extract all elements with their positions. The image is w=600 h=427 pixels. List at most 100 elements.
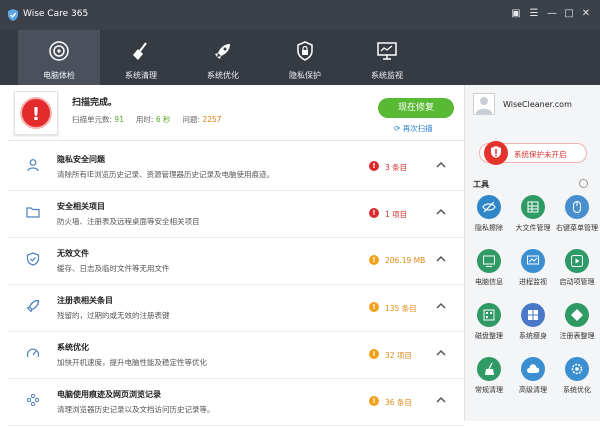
chart-monitor-icon [521,249,545,273]
issue-title: 注册表相关条目 [57,296,113,305]
maximize-icon[interactable]: □ [563,8,575,20]
nav-label: 系统优化 [207,71,239,80]
eye-off-icon [477,195,501,219]
issue-row[interactable]: 无效文件 缓存、日志及临时文件等无用文件 ! 206.19 MB [8,238,464,285]
computer-icon [477,249,501,273]
tool-registry-defrag[interactable]: 注册表整理 [555,303,599,355]
nav-label: 隐私保护 [289,71,321,80]
grid-file-icon [521,195,545,219]
mouse-icon [565,195,589,219]
tool-context-menu[interactable]: 右键菜单管理 [555,195,599,247]
issue-title: 安全相关项目 [57,202,105,211]
user-icon [27,159,39,172]
nav-item-optimize[interactable]: 系统优化 [182,30,264,85]
issue-row[interactable]: 系统优化 加快开机速度，提升电脑性能及稳定性等优化 ! 32 项目 [8,332,464,379]
fix-now-button[interactable]: 现在修复 [378,98,454,118]
issue-title: 电脑使用痕迹及网页浏览记录 [57,390,161,399]
window-title: Wise Care 365 [23,9,89,19]
scan-stats: 扫描单元数: 91 用时: 6 秒 问题: 2257 [72,115,222,124]
folder-icon [26,207,40,218]
tool-process-monitor[interactable]: 进程监视 [511,249,555,301]
menu-icon[interactable]: ☰ [528,8,540,20]
issue-desc: 缓存、日志及临时文件等无用文件 [57,264,170,273]
issue-list: 隐私安全问题 清除所有IE浏览历史记录、资源管理器历史记录及电脑使用痕迹。 ! … [8,144,464,426]
user-avatar-icon [476,97,492,114]
warning-icon: ! [369,396,379,406]
issue-desc: 清理浏览器历史记录以及文档访问历史记录等。 [57,405,215,414]
username[interactable]: WiseCleaner.com [503,100,572,109]
tool-large-file[interactable]: 大文件管理 [511,195,555,247]
rocket-icon [215,44,230,59]
tool-disk-defrag[interactable]: 磁盘整理 [467,303,511,355]
issue-count: 135 条目 [385,304,417,313]
scatter-icon [26,393,40,407]
warning-icon: ! [369,161,379,171]
issue-title: 隐私安全问题 [57,155,105,164]
main-nav: 电脑体检 系统清理 系统优化 隐私保护 系统监视 [0,30,600,85]
tool-pc-info[interactable]: 电脑信息 [467,249,511,301]
shield-check-icon [26,252,40,266]
tool-system-optimize[interactable]: 系统优化 [555,357,599,409]
nav-item-clean[interactable]: 系统清理 [100,30,182,85]
nav-item-monitor[interactable]: 系统监视 [346,30,428,85]
app-logo-icon [8,9,18,21]
tool-privacy-eraser[interactable]: 隐私擦除 [467,195,511,247]
chevron-up-icon[interactable] [436,395,446,405]
issues-value: 2257 [202,115,222,124]
disk-icon [477,303,501,327]
time-value: 6 秒 [155,115,171,124]
chevron-up-icon[interactable] [436,348,446,358]
protection-text: 系统保护未开启 [514,150,567,159]
minimize-icon[interactable]: — [546,8,558,20]
chevron-up-icon[interactable] [436,254,446,264]
protection-status[interactable]: 系统保护未开启 [479,141,587,165]
avatar[interactable] [473,93,495,115]
warning-icon: ! [369,302,379,312]
issue-count: 36 条目 [385,398,412,407]
broom-icon [133,42,147,60]
issue-desc: 清除所有IE浏览历史记录、资源管理器历史记录及电脑使用痕迹。 [57,170,274,179]
chevron-up-icon[interactable] [436,160,446,170]
issue-count: 3 条目 [385,163,408,172]
issue-desc: 防火墙、注册表及远程桌面等安全相关项目 [57,217,200,226]
issue-desc: 加快开机速度，提升电脑性能及稳定性等优化 [57,358,207,367]
tool-common-clean[interactable]: 常规清理 [467,357,511,409]
title-bar: Wise Care 365 ▣ ☰ — □ ✕ [0,0,600,30]
issue-desc: 残留的，过期的或无效的注册表键 [57,311,170,320]
issue-title: 系统优化 [57,343,89,352]
refresh-icon: ⟳ [394,124,401,133]
nav-item-checkup[interactable]: 电脑体检 [18,30,100,85]
rescan-link[interactable]: ⟳ 再次扫描 [394,123,433,134]
chevron-up-icon[interactable] [436,301,446,311]
shield-alert-icon [484,141,508,165]
scan-title: 扫描完成。 [72,98,118,108]
gauge-icon [26,348,40,358]
settings-icon [565,357,589,381]
registry-icon [565,303,589,327]
side-panel: WiseCleaner.com 系统保护未开启 工具 隐私擦除 大文件管理 右键… [464,85,600,421]
issue-row[interactable]: 安全相关项目 防火墙、注册表及远程桌面等安全相关项目 ! 1 项目 [8,191,464,238]
nav-label: 电脑体检 [43,71,75,80]
tool-system-slimming[interactable]: 系统瘦身 [511,303,555,355]
alert-box: ! [14,91,58,135]
issue-row[interactable]: 电脑使用痕迹及网页浏览记录 清理浏览器历史记录以及文档访问历史记录等。 ! 36… [8,379,464,426]
tool-advanced-clean[interactable]: 高级清理 [511,357,555,409]
scan-summary: ! 扫描完成。 扫描单元数: 91 用时: 6 秒 问题: 2257 现在修复 … [8,85,464,141]
rocket-small-icon [26,299,40,313]
warning-icon: ! [369,349,379,359]
issue-title: 无效文件 [57,249,89,258]
tools-title: 工具 [473,180,489,189]
units-value: 91 [114,115,124,124]
tools-settings-icon[interactable] [579,179,588,188]
nav-item-privacy[interactable]: 隐私保护 [264,30,346,85]
close-icon[interactable]: ✕ [580,8,592,20]
nav-label: 系统监视 [371,71,403,80]
chevron-up-icon[interactable] [436,207,446,217]
issue-row[interactable]: 注册表相关条目 残留的，过期的或无效的注册表键 ! 135 条目 [8,285,464,332]
issue-count: 1 项目 [385,210,408,219]
skin-icon[interactable]: ▣ [510,8,522,20]
tool-startup-manager[interactable]: 启动项管理 [555,249,599,301]
cloud-icon [521,357,545,381]
play-icon [565,249,589,273]
issue-row[interactable]: 隐私安全问题 清除所有IE浏览历史记录、资源管理器历史记录及电脑使用痕迹。 ! … [8,144,464,191]
